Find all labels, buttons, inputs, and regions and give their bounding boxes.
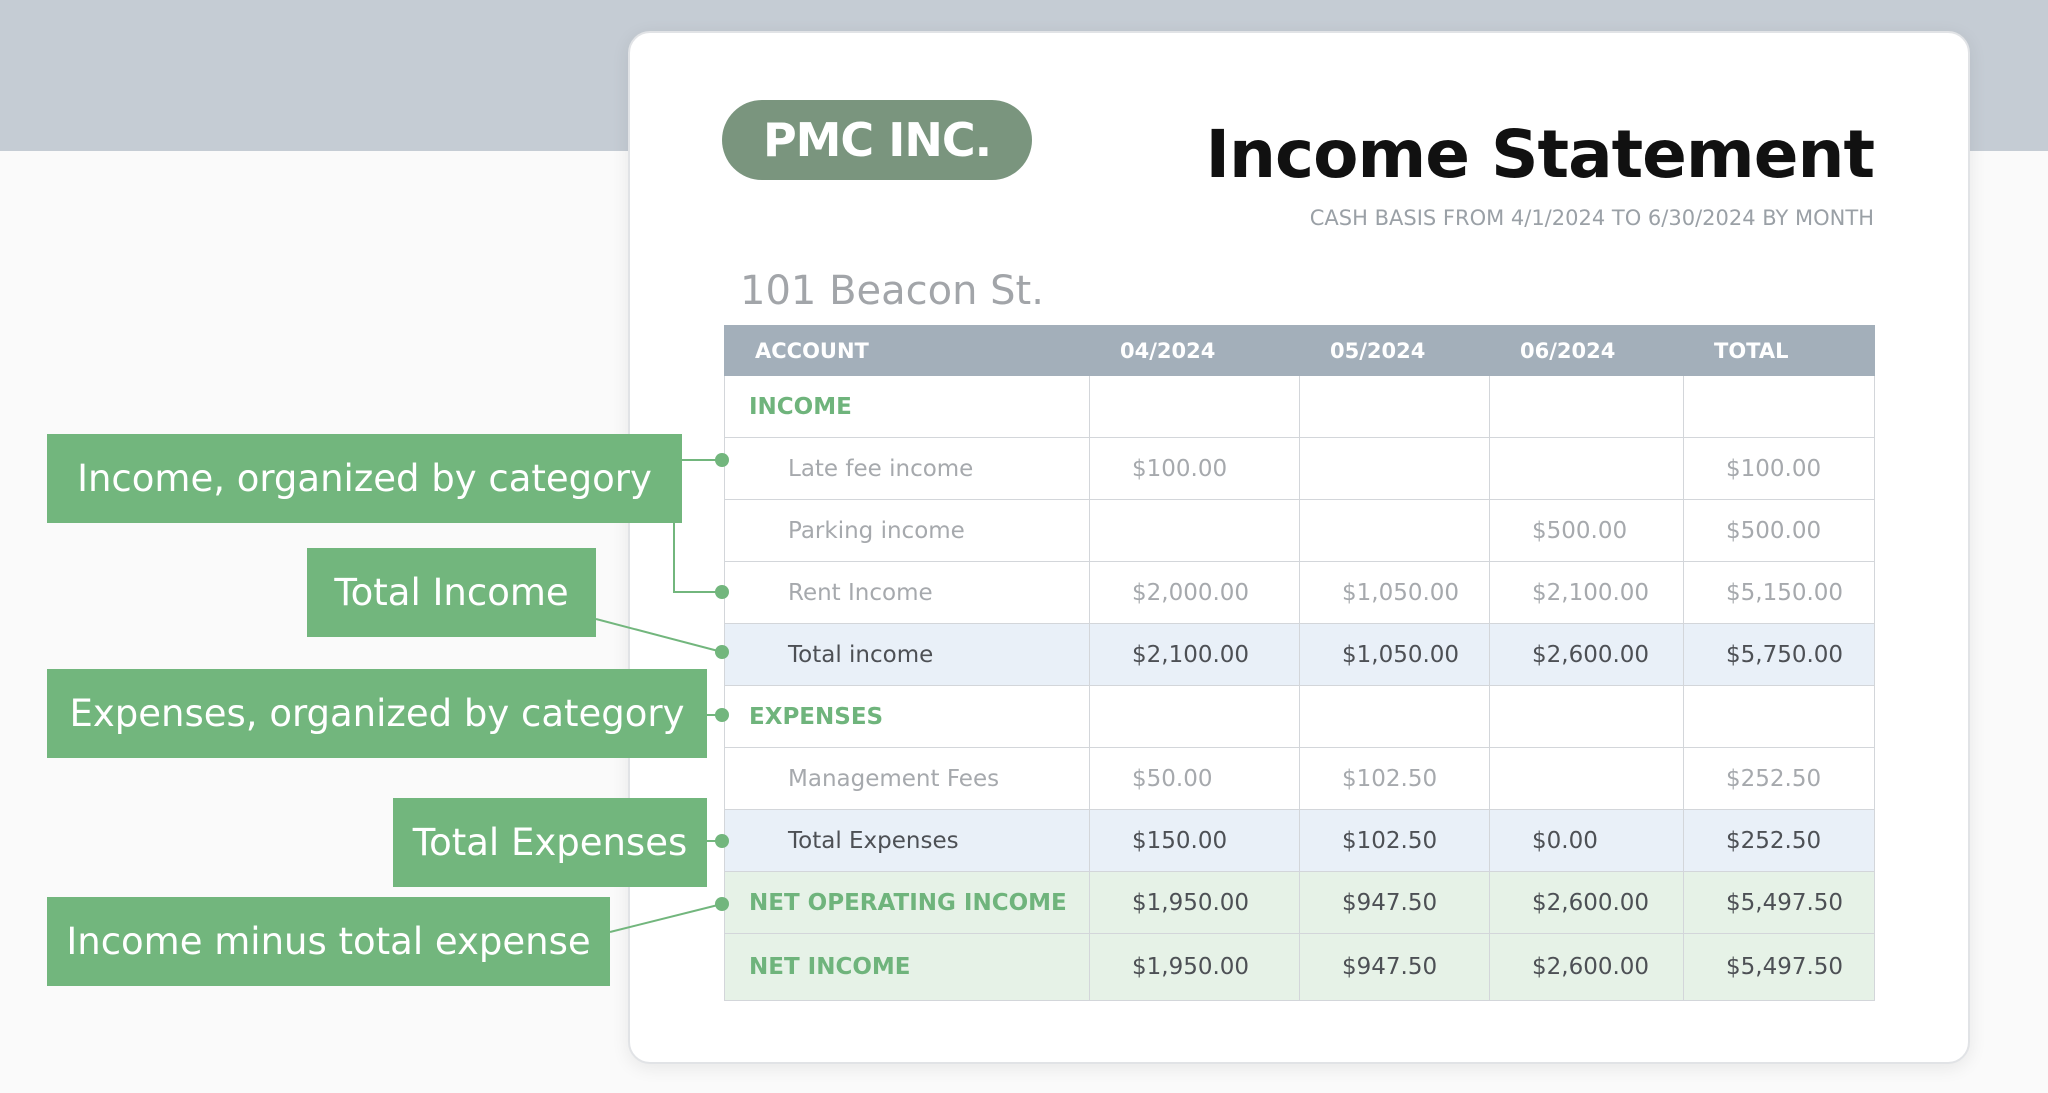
- account-cell: Parking income: [724, 499, 1090, 562]
- amount-cell: $947.50: [1299, 933, 1490, 1001]
- amount-cell: [1489, 747, 1684, 810]
- section-row-expenses: EXPENSES: [724, 685, 1875, 748]
- amount-cell: $5,497.50: [1683, 871, 1875, 934]
- amount-cell: [1489, 375, 1684, 438]
- column-header-month-3: 06/2024: [1489, 325, 1684, 376]
- callout-expenses-category: Expenses, organized by category: [47, 669, 707, 758]
- account-cell: INCOME: [724, 375, 1090, 438]
- account-cell: Rent Income: [724, 561, 1090, 624]
- amount-cell: [1489, 437, 1684, 500]
- amount-cell: $2,600.00: [1489, 933, 1684, 1001]
- amount-cell: $2,100.00: [1089, 623, 1300, 686]
- account-cell: EXPENSES: [724, 685, 1090, 748]
- net-income-row: NET INCOME $1,950.00 $947.50 $2,600.00 $…: [724, 933, 1875, 1001]
- amount-cell: $1,050.00: [1299, 623, 1490, 686]
- table-row: Rent Income $2,000.00 $1,050.00 $2,100.0…: [724, 561, 1875, 624]
- amount-cell: [1299, 499, 1490, 562]
- amount-cell: $947.50: [1299, 871, 1490, 934]
- report-subtitle: CASH BASIS FROM 4/1/2024 TO 6/30/2024 BY…: [1309, 206, 1874, 230]
- table-row: Parking income $500.00 $500.00: [724, 499, 1875, 562]
- amount-cell: $252.50: [1683, 747, 1875, 810]
- callout-income-minus-expense: Income minus total expense: [47, 897, 610, 986]
- column-header-account: ACCOUNT: [724, 325, 1090, 376]
- amount-cell: $5,150.00: [1683, 561, 1875, 624]
- amount-cell: $500.00: [1683, 499, 1875, 562]
- table-header-row: ACCOUNT 04/2024 05/2024 06/2024 TOTAL: [724, 325, 1875, 376]
- amount-cell: $252.50: [1683, 809, 1875, 872]
- callout-total-income: Total Income: [307, 548, 596, 637]
- section-row-income: INCOME: [724, 375, 1875, 438]
- amount-cell: $1,950.00: [1089, 871, 1300, 934]
- page-title: Income Statement: [1205, 116, 1875, 193]
- amount-cell: $500.00: [1489, 499, 1684, 562]
- income-statement-table: ACCOUNT 04/2024 05/2024 06/2024 TOTAL IN…: [724, 325, 1875, 1001]
- amount-cell: $2,600.00: [1489, 623, 1684, 686]
- property-address: 101 Beacon St.: [740, 268, 1044, 314]
- column-header-month-1: 04/2024: [1089, 325, 1300, 376]
- amount-cell: $1,950.00: [1089, 933, 1300, 1001]
- total-income-row: Total income $2,100.00 $1,050.00 $2,600.…: [724, 623, 1875, 686]
- amount-cell: [1489, 685, 1684, 748]
- amount-cell: $50.00: [1089, 747, 1300, 810]
- table-row: Late fee income $100.00 $100.00: [724, 437, 1875, 500]
- company-logo: PMC INC.: [722, 100, 1032, 180]
- callout-total-expenses: Total Expenses: [393, 798, 707, 887]
- column-header-total: TOTAL: [1683, 325, 1875, 376]
- table-row: Management Fees $50.00 $102.50 $252.50: [724, 747, 1875, 810]
- amount-cell: [1089, 375, 1300, 438]
- amount-cell: $2,600.00: [1489, 871, 1684, 934]
- amount-cell: [1089, 499, 1300, 562]
- statement-card: PMC INC. Income Statement CASH BASIS FRO…: [628, 31, 1970, 1064]
- callout-income-category: Income, organized by category: [47, 434, 682, 523]
- account-cell: Total Expenses: [724, 809, 1090, 872]
- account-cell: Management Fees: [724, 747, 1090, 810]
- amount-cell: [1299, 685, 1490, 748]
- amount-cell: $2,000.00: [1089, 561, 1300, 624]
- amount-cell: $150.00: [1089, 809, 1300, 872]
- amount-cell: $102.50: [1299, 747, 1490, 810]
- amount-cell: $5,750.00: [1683, 623, 1875, 686]
- amount-cell: [1683, 685, 1875, 748]
- amount-cell: [1299, 375, 1490, 438]
- account-cell: NET OPERATING INCOME: [724, 871, 1090, 934]
- column-header-month-2: 05/2024: [1299, 325, 1490, 376]
- amount-cell: [1299, 437, 1490, 500]
- amount-cell: [1683, 375, 1875, 438]
- amount-cell: $100.00: [1089, 437, 1300, 500]
- amount-cell: $102.50: [1299, 809, 1490, 872]
- amount-cell: $2,100.00: [1489, 561, 1684, 624]
- amount-cell: $5,497.50: [1683, 933, 1875, 1001]
- amount-cell: [1089, 685, 1300, 748]
- account-cell: NET INCOME: [724, 933, 1090, 1001]
- amount-cell: $0.00: [1489, 809, 1684, 872]
- account-cell: Total income: [724, 623, 1090, 686]
- account-cell: Late fee income: [724, 437, 1090, 500]
- amount-cell: $100.00: [1683, 437, 1875, 500]
- total-expenses-row: Total Expenses $150.00 $102.50 $0.00 $25…: [724, 809, 1875, 872]
- net-operating-income-row: NET OPERATING INCOME $1,950.00 $947.50 $…: [724, 871, 1875, 934]
- amount-cell: $1,050.00: [1299, 561, 1490, 624]
